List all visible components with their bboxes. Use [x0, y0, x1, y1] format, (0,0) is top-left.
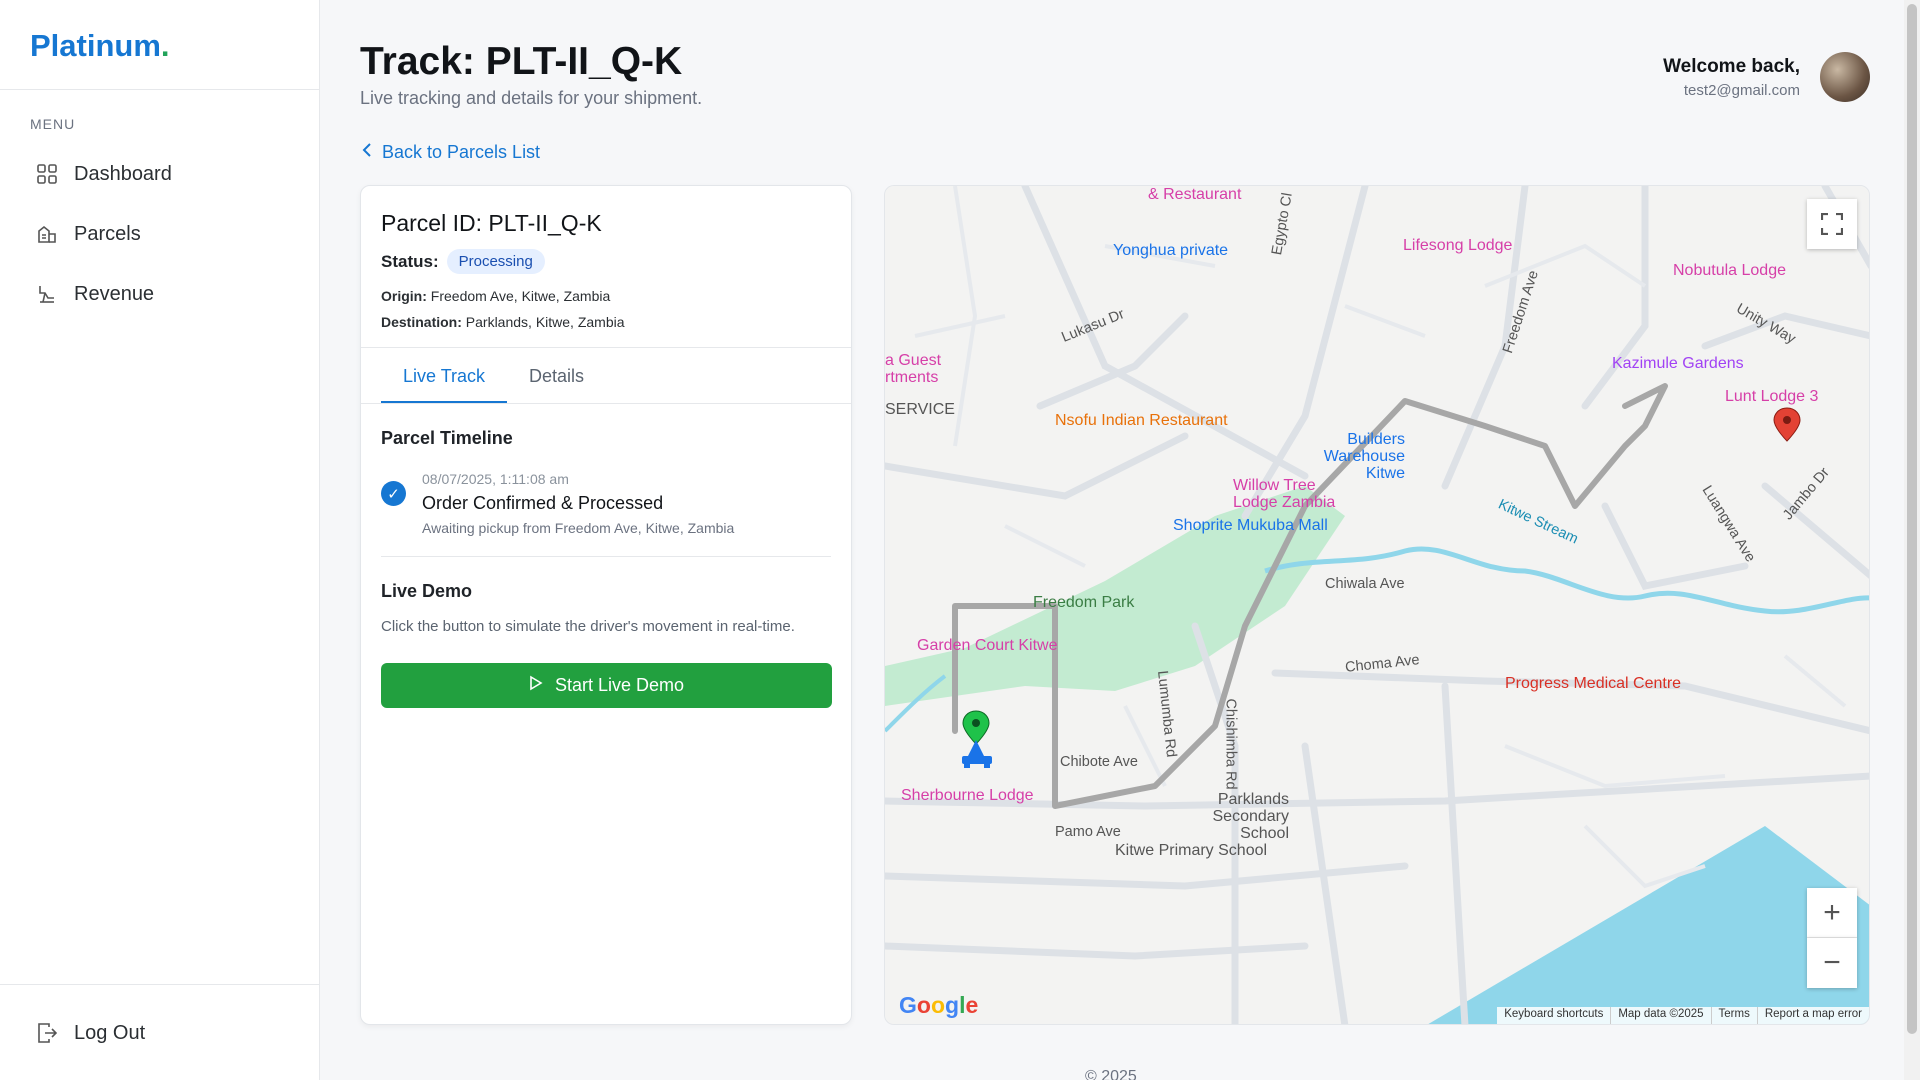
- status-row: Status: Processing: [381, 249, 831, 274]
- timeline-event: ✓ 08/07/2025, 1:11:08 am Order Confirmed…: [381, 471, 831, 557]
- event-title: Order Confirmed & Processed: [422, 493, 664, 513]
- street-label: Chibote Ave: [1060, 754, 1138, 770]
- map-poi[interactable]: Kitwe Primary School: [1115, 842, 1267, 860]
- map-view[interactable]: & Restaurant Yonghua private Lifesong Lo…: [884, 185, 1870, 1025]
- status-label: Status:: [381, 251, 439, 271]
- brand-logo[interactable]: Platinum.: [0, 0, 319, 90]
- back-to-parcels-link[interactable]: Back to Parcels List: [362, 142, 540, 163]
- event-time: 08/07/2025, 1:11:08 am: [422, 471, 569, 487]
- map-poi[interactable]: a Guest rtments: [885, 352, 945, 386]
- map-poi[interactable]: Kazimule Gardens: [1612, 355, 1744, 373]
- street-label: Chiwala Ave: [1325, 576, 1405, 592]
- map-poi[interactable]: Progress Medical Centre: [1505, 675, 1681, 693]
- parcel-id: Parcel ID: PLT-II_Q-K: [381, 210, 602, 236]
- revenue-icon: [36, 283, 58, 305]
- street-label: Chishimba Rd: [1222, 698, 1239, 790]
- start-live-demo-button[interactable]: Start Live Demo: [381, 663, 832, 708]
- chevron-left-icon: [362, 142, 372, 163]
- zoom-out-button[interactable]: −: [1807, 938, 1857, 988]
- demo-title: Live Demo: [381, 581, 473, 601]
- sidebar-item-label: Parcels: [74, 222, 141, 245]
- event-subtitle: Awaiting pickup from Freedom Ave, Kitwe,…: [422, 520, 735, 536]
- page-subtitle: Live tracking and details for your shipm…: [360, 88, 703, 108]
- live-track-panel: Parcel Timeline ✓ 08/07/2025, 1:11:08 am…: [361, 428, 851, 708]
- logout-label: Log Out: [74, 1021, 146, 1044]
- sidebar-item-dashboard[interactable]: Dashboard: [0, 144, 319, 204]
- menu-label: MENU: [30, 116, 76, 132]
- origin-value: Freedom Ave, Kitwe, Zambia: [430, 288, 611, 304]
- map-poi[interactable]: SERVICE: [885, 401, 955, 419]
- map-poi[interactable]: Freedom Park: [1033, 594, 1134, 612]
- map-poi[interactable]: Sherbourne Lodge: [901, 787, 1034, 805]
- map-poi[interactable]: Lunt Lodge 3: [1725, 388, 1818, 406]
- logout-button[interactable]: Log Out: [0, 985, 319, 1080]
- keyboard-shortcuts-link[interactable]: Keyboard shortcuts: [1497, 1007, 1610, 1024]
- timeline-title: Parcel Timeline: [381, 428, 513, 448]
- start-live-demo-label: Start Live Demo: [554, 675, 685, 695]
- welcome-text: Welcome back,: [1663, 55, 1800, 77]
- origin-row: Origin: Freedom Ave, Kitwe, Zambia: [381, 288, 611, 304]
- page-title: Track: PLT-II_Q-K: [360, 40, 683, 83]
- report-map-error-link[interactable]: Report a map error: [1756, 1007, 1869, 1024]
- grid-icon: [36, 163, 58, 185]
- sidebar-item-parcels[interactable]: Parcels: [0, 204, 319, 264]
- map-poi[interactable]: Parklands Secondary School: [1169, 791, 1290, 842]
- user-email: test2@gmail.com: [1683, 81, 1800, 99]
- terms-link[interactable]: Terms: [1710, 1007, 1757, 1024]
- demo-description: Click the button to simulate the driver'…: [381, 618, 795, 635]
- destination-row: Destination: Parklands, Kitwe, Zambia: [381, 314, 625, 330]
- map-poi[interactable]: Nsofu Indian Restaurant: [1055, 412, 1228, 430]
- map-poi[interactable]: Builders Warehouse Kitwe: [1305, 431, 1405, 482]
- status-badge: Processing: [446, 249, 545, 274]
- map-poi[interactable]: Nobutula Lodge: [1673, 262, 1786, 280]
- sidebar-item-revenue[interactable]: Revenue: [0, 264, 319, 324]
- play-icon: [529, 675, 543, 696]
- avatar[interactable]: [1820, 52, 1870, 102]
- footer-copyright: © 2025: [1085, 1068, 1137, 1080]
- scrollbar[interactable]: [1904, 0, 1920, 1080]
- map-poi[interactable]: & Restaurant: [1148, 186, 1241, 204]
- map-poi[interactable]: Lifesong Lodge: [1403, 237, 1512, 255]
- user-profile[interactable]: Welcome back, test2@gmail.com: [1663, 52, 1870, 102]
- tab-live-track[interactable]: Live Track: [381, 348, 508, 403]
- google-logo: Google: [899, 992, 979, 1018]
- back-link-label: Back to Parcels List: [382, 142, 541, 162]
- check-icon: ✓: [381, 481, 406, 506]
- map-data-label: Map data ©2025: [1610, 1007, 1710, 1024]
- map-poi[interactable]: Willow Tree Lodge Zambia: [1233, 477, 1353, 511]
- map-attribution: Keyboard shortcuts Map data ©2025 Terms …: [1497, 1007, 1869, 1024]
- tab-details[interactable]: Details: [507, 348, 606, 403]
- sidebar-item-label: Revenue: [74, 282, 155, 305]
- parcel-summary: Parcel ID: PLT-II_Q-K Status: Processing…: [361, 186, 851, 348]
- fullscreen-button[interactable]: [1807, 199, 1857, 249]
- destination-value: Parklands, Kitwe, Zambia: [465, 314, 625, 330]
- parcel-card: Parcel ID: PLT-II_Q-K Status: Processing…: [360, 185, 852, 1025]
- parcel-icon: [36, 223, 58, 245]
- map-poi[interactable]: Shoprite Mukuba Mall: [1173, 517, 1328, 535]
- map-poi[interactable]: Yonghua private: [1113, 242, 1228, 260]
- logout-icon: [36, 1022, 58, 1044]
- sidebar-footer: Log Out: [0, 984, 319, 1080]
- zoom-in-button[interactable]: +: [1807, 888, 1857, 938]
- map-poi[interactable]: Garden Court Kitwe: [917, 637, 1058, 655]
- sidebar-item-label: Dashboard: [74, 162, 172, 185]
- sidebar: Platinum. MENU Dashboard Parcels Revenue…: [0, 0, 320, 1080]
- tab-bar: Live Track Details: [361, 348, 851, 404]
- street-label: Pamo Ave: [1055, 824, 1121, 840]
- scroll-thumb[interactable]: [1907, 4, 1917, 1034]
